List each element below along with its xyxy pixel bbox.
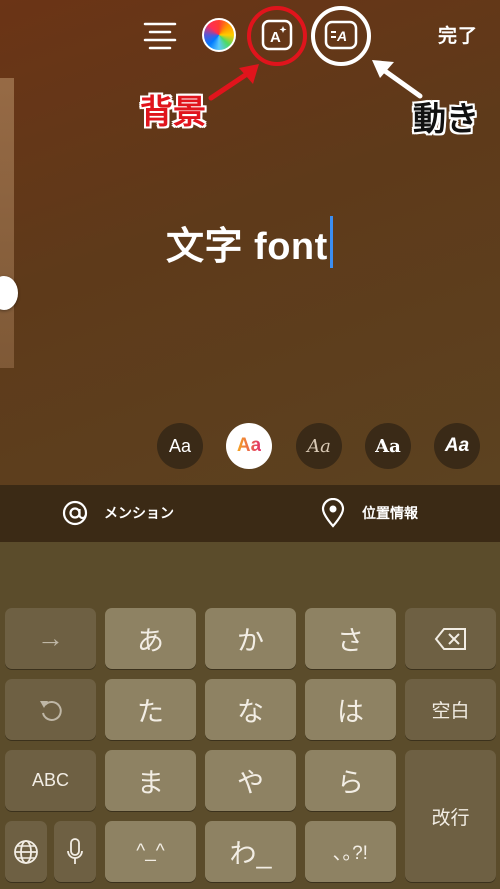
key-enter[interactable]: 改行 bbox=[405, 750, 496, 882]
align-button[interactable] bbox=[141, 18, 179, 52]
delete-icon bbox=[434, 627, 466, 650]
japanese-keyboard: → あ か さ た な は 空白 ABC ま や ら 改行 ^_^ わ_ ､｡?… bbox=[0, 542, 500, 889]
key-ya[interactable]: や bbox=[205, 750, 296, 811]
annotation-background-label: 背景 bbox=[140, 93, 206, 130]
story-canvas[interactable]: A A 完了 背景 動き 文字 font Aa Aa Aa Aa Aa bbox=[0, 0, 500, 485]
key-punctuation[interactable]: ､｡?! bbox=[305, 821, 396, 882]
background-strip bbox=[0, 78, 14, 368]
key-space[interactable]: 空白 bbox=[405, 679, 496, 740]
text-background-button[interactable]: A bbox=[257, 15, 297, 55]
font-style-typewriter[interactable]: Aa bbox=[365, 423, 411, 469]
key-a[interactable]: あ bbox=[105, 608, 196, 669]
key-arrow[interactable]: → bbox=[5, 608, 96, 669]
color-button[interactable] bbox=[201, 17, 237, 53]
globe-icon bbox=[14, 839, 38, 864]
font-style-strong[interactable]: Aa bbox=[434, 423, 480, 469]
text-caret bbox=[329, 216, 333, 268]
location-button[interactable]: 位置情報 bbox=[318, 498, 418, 528]
key-wa[interactable]: わ_ bbox=[205, 821, 296, 882]
color-wheel-icon bbox=[202, 18, 236, 52]
key-emoticon[interactable]: ^_^ bbox=[105, 821, 196, 882]
story-text[interactable]: 文字 font bbox=[166, 215, 328, 270]
location-pin-icon bbox=[318, 498, 348, 528]
key-ha[interactable]: は bbox=[305, 679, 396, 740]
mention-bar: メンション 位置情報 bbox=[0, 485, 500, 542]
done-button[interactable]: 完了 bbox=[438, 21, 478, 48]
text-editor[interactable]: 文字 font bbox=[166, 216, 333, 268]
text-background-icon: A bbox=[261, 19, 293, 51]
at-sign-icon bbox=[60, 498, 90, 528]
red-arrow-icon bbox=[208, 64, 259, 101]
mention-button[interactable]: メンション bbox=[60, 498, 174, 528]
font-style-classic[interactable]: Aa bbox=[157, 423, 203, 469]
key-ra[interactable]: ら bbox=[305, 750, 396, 811]
undo-icon bbox=[39, 700, 62, 721]
font-style-modern-selected[interactable]: Aa bbox=[226, 423, 272, 469]
key-undo[interactable] bbox=[5, 679, 96, 740]
align-lines-icon bbox=[143, 22, 177, 50]
key-ka[interactable]: か bbox=[205, 608, 296, 669]
svg-text:A: A bbox=[270, 29, 281, 46]
key-ma[interactable]: ま bbox=[105, 750, 196, 811]
white-arrow-icon bbox=[372, 60, 423, 99]
microphone-icon bbox=[67, 837, 83, 864]
key-delete[interactable] bbox=[405, 608, 496, 669]
key-globe[interactable] bbox=[5, 821, 47, 882]
svg-text:A: A bbox=[336, 28, 347, 44]
text-animation-button[interactable]: A bbox=[319, 15, 363, 55]
key-ta[interactable]: た bbox=[105, 679, 196, 740]
text-animation-icon: A bbox=[324, 20, 358, 50]
key-abc[interactable]: ABC bbox=[5, 750, 96, 811]
location-label: 位置情報 bbox=[362, 505, 418, 521]
key-na[interactable]: な bbox=[205, 679, 296, 740]
key-sa[interactable]: さ bbox=[305, 608, 396, 669]
key-mic[interactable] bbox=[54, 821, 96, 882]
mention-label: メンション bbox=[104, 505, 174, 521]
text-size-slider-handle[interactable] bbox=[0, 276, 18, 310]
font-style-script[interactable]: Aa bbox=[296, 423, 342, 469]
